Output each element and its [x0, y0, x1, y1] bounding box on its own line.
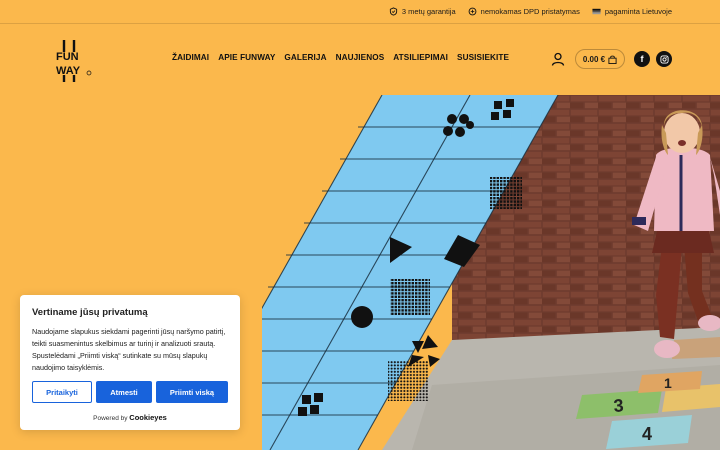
cookieyes-logo[interactable]: Cookieyes — [129, 413, 167, 422]
facebook-glyph: f — [640, 54, 644, 64]
hero-image: 3 1 4 — [262, 95, 720, 450]
cookie-title: Vertiname jūsų privatumą — [32, 307, 148, 318]
nav-item-atsiliepimai[interactable]: ATSILIEPIMAI — [393, 53, 448, 62]
customize-button[interactable]: Pritaikyti — [32, 381, 92, 403]
user-icon[interactable] — [551, 52, 565, 66]
top-info-bar: 3 metų garantija nemokamas DPD pristatym… — [0, 0, 720, 24]
svg-text:FUN: FUN — [56, 51, 79, 63]
shopping-bag-icon — [608, 55, 617, 64]
nav-item-susisiekite[interactable]: SUSISIEKITE — [457, 53, 509, 62]
cookie-text: Naudojame slapukus siekdami pagerinti jū… — [32, 327, 226, 372]
shield-check-icon — [389, 7, 397, 16]
powered-by-prefix: Powered by — [93, 415, 128, 422]
warranty-label: 3 metų garantija — [401, 7, 456, 16]
cart-total: 0.00 € — [582, 54, 606, 64]
svg-text:4: 4 — [642, 424, 652, 444]
svg-text:1: 1 — [664, 375, 672, 391]
delivery-icon — [468, 7, 477, 16]
funway-logo[interactable]: FUN WAY — [52, 38, 94, 82]
facebook-icon[interactable]: f — [634, 51, 650, 67]
svg-text:WAY: WAY — [56, 65, 81, 77]
made-in-label: pagaminta Lietuvoje — [604, 7, 672, 16]
cookie-buttons: Pritaikyti Atmesti Priimti viską — [32, 381, 228, 403]
powered-by: Powered by Cookieyes — [20, 413, 240, 422]
svg-text:3: 3 — [613, 395, 624, 416]
cookie-consent-banner: Vertiname jūsų privatumą Naudojame slapu… — [20, 295, 240, 430]
made-in-info: pagaminta Lietuvoje — [592, 7, 672, 16]
instagram-icon[interactable] — [656, 51, 672, 67]
nav-item-galerija[interactable]: GALERIJA — [284, 53, 326, 62]
instagram-glyph — [659, 54, 669, 64]
reject-button[interactable]: Atmesti — [96, 381, 152, 403]
delivery-info: nemokamas DPD pristatymas — [468, 7, 580, 16]
accept-all-button[interactable]: Priimti viską — [156, 381, 228, 403]
warranty-info: 3 metų garantija — [389, 7, 456, 16]
nav-item-apie-funway[interactable]: APIE FUNWAY — [218, 53, 275, 62]
main-nav: ŽAIDIMAI APIE FUNWAY GALERIJA NAUJIENOS … — [172, 53, 509, 62]
nav-item-zaidimai[interactable]: ŽAIDIMAI — [172, 53, 209, 62]
nav-item-naujienos[interactable]: NAUJIENOS — [336, 53, 385, 62]
delivery-label: nemokamas DPD pristatymas — [480, 7, 580, 16]
cart-button[interactable]: 0.00 € — [575, 49, 625, 69]
flag-icon — [592, 8, 601, 15]
